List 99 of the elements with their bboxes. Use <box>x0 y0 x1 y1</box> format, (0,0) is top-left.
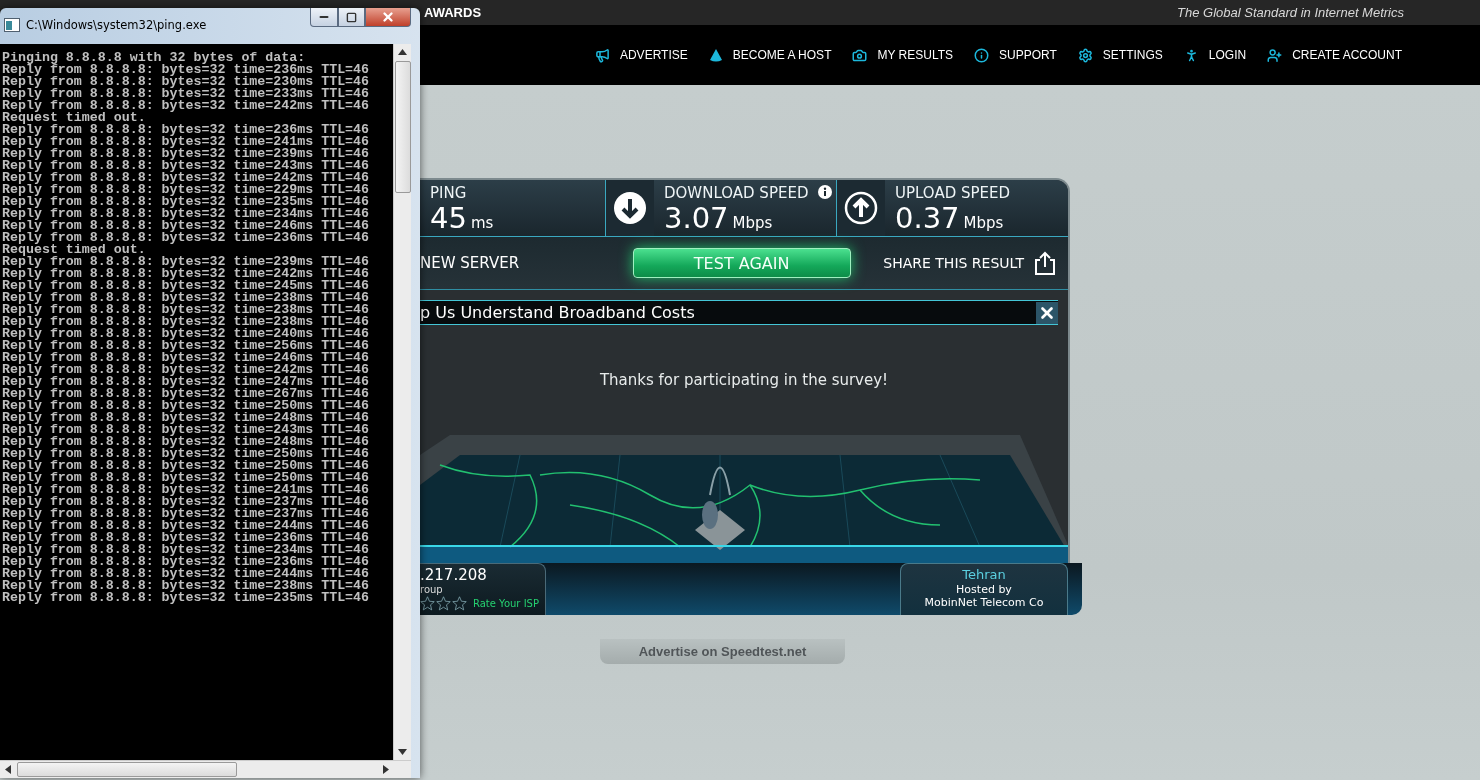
console-line: Reply from 8.8.8.8: bytes=32 time=242ms TTL=46 <box>2 364 371 376</box>
info-icon <box>974 47 990 63</box>
megaphone-icon <box>594 47 610 63</box>
rate-isp-link[interactable]: Rate Your ISP <box>473 598 539 609</box>
console-line: Reply from 8.8.8.8: bytes=32 time=238ms TTL=46 <box>2 580 371 592</box>
console-line: Reply from 8.8.8.8: bytes=32 time=237ms TTL=46 <box>2 496 371 508</box>
console-line: Request timed out. <box>2 244 146 256</box>
console-line: Reply from 8.8.8.8: bytes=32 time=236ms TTL=46 <box>2 124 371 136</box>
console-line: Reply from 8.8.8.8: bytes=32 time=242ms TTL=46 <box>2 100 371 112</box>
console-line: Reply from 8.8.8.8: bytes=32 time=244ms TTL=46 <box>2 520 371 532</box>
maximize-button[interactable] <box>338 8 365 27</box>
left-arrow-icon[interactable] <box>5 765 11 774</box>
console-line: Reply from 8.8.8.8: bytes=32 time=236ms TTL=46 <box>2 556 371 568</box>
result-value: 3.07 Mbps <box>664 202 774 237</box>
share-link[interactable]: SHARE THIS RESULT <box>883 251 1056 275</box>
upload-icon <box>844 191 878 225</box>
console-line: Reply from 8.8.8.8: bytes=32 time=245ms TTL=46 <box>2 280 371 292</box>
close-button[interactable] <box>1036 301 1058 324</box>
console-icon <box>4 18 20 32</box>
console-line: Reply from 8.8.8.8: bytes=32 time=235ms TTL=46 <box>2 592 371 604</box>
console-line: Reply from 8.8.8.8: bytes=32 time=246ms TTL=46 <box>2 220 371 232</box>
cone-icon <box>708 48 723 62</box>
minimize-button[interactable] <box>310 8 338 27</box>
console-line: Reply from 8.8.8.8: bytes=32 time=241ms TTL=46 <box>2 484 371 496</box>
console-line: Reply from 8.8.8.8: bytes=32 time=239ms TTL=46 <box>2 256 371 268</box>
down-arrow-icon[interactable] <box>398 749 407 755</box>
hosted-by-label: Hosted by <box>956 583 1012 596</box>
console-line: Reply from 8.8.8.8: bytes=32 time=244ms TTL=46 <box>2 568 371 580</box>
console-line: Reply from 8.8.8.8: bytes=32 time=250ms TTL=46 <box>2 472 371 484</box>
console-line: Reply from 8.8.8.8: bytes=32 time=238ms TTL=46 <box>2 316 371 328</box>
console-line: Reply from 8.8.8.8: bytes=32 time=233ms TTL=46 <box>2 88 371 100</box>
console-line: Reply from 8.8.8.8: bytes=32 time=238ms TTL=46 <box>2 304 371 316</box>
console-line: Reply from 8.8.8.8: bytes=32 time=267ms TTL=46 <box>2 388 371 400</box>
close-icon <box>381 10 395 24</box>
star-icon[interactable] <box>436 596 451 611</box>
survey-message: Thanks for participating in the survey! <box>599 371 889 389</box>
server-city: Tehran <box>962 566 1006 583</box>
nav-link[interactable]: ADVERTISE <box>594 47 688 63</box>
download-icon <box>613 191 647 225</box>
console-line: Reply from 8.8.8.8: bytes=32 time=248ms TTL=46 <box>2 412 371 424</box>
survey-title: p Us Understand Broadband Costs <box>420 303 695 322</box>
scroll-thumb[interactable] <box>395 61 411 193</box>
console-line: Reply from 8.8.8.8: bytes=32 time=256ms TTL=46 <box>2 340 371 352</box>
host-name: MobinNet Telecom Co <box>924 596 1044 609</box>
console-line: Reply from 8.8.8.8: bytes=32 time=240ms TTL=46 <box>2 328 371 340</box>
nav-link[interactable]: AWARDS <box>424 5 482 20</box>
isp-name: roup <box>420 584 444 596</box>
console-line: Reply from 8.8.8.8: bytes=32 time=248ms TTL=46 <box>2 436 371 448</box>
console-line: Request timed out. <box>2 112 146 124</box>
share-icon <box>1034 251 1056 275</box>
console-line: Reply from 8.8.8.8: bytes=32 time=246ms TTL=46 <box>2 352 371 364</box>
console-line: Reply from 8.8.8.8: bytes=32 time=238ms TTL=46 <box>2 292 371 304</box>
nav-link[interactable]: MY RESULTS <box>852 47 954 63</box>
window-title: C:\Windows\system32\ping.exe <box>26 18 207 32</box>
console-line: Reply from 8.8.8.8: bytes=32 time=229ms TTL=46 <box>2 184 371 196</box>
console-line: Pinging 8.8.8.8 with 32 bytes of data: <box>2 52 306 64</box>
nav-link[interactable]: CREATE ACCOUNT <box>1267 47 1402 63</box>
horizontal-scrollbar[interactable] <box>0 760 411 778</box>
person-icon <box>1267 47 1283 63</box>
advertise-tab[interactable]: Advertise on Speedtest.net <box>600 639 845 664</box>
nav-link[interactable]: BECOME A HOST <box>708 48 832 62</box>
result-value: 0.37 Mbps <box>895 202 1005 237</box>
console-line: Reply from 8.8.8.8: bytes=32 time=236ms TTL=46 <box>2 532 371 544</box>
maximize-icon <box>346 11 357 23</box>
scroll-thumb[interactable] <box>17 762 237 777</box>
console-line: Reply from 8.8.8.8: bytes=32 time=247ms TTL=46 <box>2 376 371 388</box>
settings-icon <box>1077 47 1093 63</box>
console-line: Reply from 8.8.8.8: bytes=32 time=234ms TTL=46 <box>2 544 371 556</box>
result-label: UPLOAD SPEED <box>895 184 1011 202</box>
ip-address: .217.208 <box>420 567 488 584</box>
console-line: Reply from 8.8.8.8: bytes=32 time=243ms TTL=46 <box>2 424 371 436</box>
console-line: Reply from 8.8.8.8: bytes=32 time=243ms TTL=46 <box>2 160 371 172</box>
console-line: Reply from 8.8.8.8: bytes=32 time=236ms TTL=46 <box>2 232 371 244</box>
console-line: Reply from 8.8.8.8: bytes=32 time=250ms TTL=46 <box>2 460 371 472</box>
console-line: Reply from 8.8.8.8: bytes=32 time=235ms TTL=46 <box>2 196 371 208</box>
nav-link[interactable]: SETTINGS <box>1077 47 1163 63</box>
result-label: DOWNLOAD SPEED <box>664 184 809 202</box>
console-line: Reply from 8.8.8.8: bytes=32 time=250ms TTL=46 <box>2 448 371 460</box>
info-icon[interactable] <box>818 185 832 199</box>
console-line: Reply from 8.8.8.8: bytes=32 time=241ms TTL=46 <box>2 136 371 148</box>
console-line: Reply from 8.8.8.8: bytes=32 time=239ms TTL=46 <box>2 148 371 160</box>
console-line: Reply from 8.8.8.8: bytes=32 time=242ms TTL=46 <box>2 172 371 184</box>
result-value: 45 ms <box>430 202 495 237</box>
up-arrow-icon[interactable] <box>398 49 407 55</box>
right-arrow-icon[interactable] <box>383 765 389 774</box>
console-line: Reply from 8.8.8.8: bytes=32 time=234ms TTL=46 <box>2 208 371 220</box>
console-line: Reply from 8.8.8.8: bytes=32 time=236ms TTL=46 <box>2 64 371 76</box>
nav-link[interactable]: SUPPORT <box>974 47 1057 63</box>
star-icon[interactable] <box>452 596 467 611</box>
camera-icon <box>852 47 868 63</box>
result-label: PING <box>430 184 467 202</box>
console-line: Reply from 8.8.8.8: bytes=32 time=230ms TTL=46 <box>2 76 371 88</box>
tagline: The Global Standard in Internet Metrics <box>1177 5 1404 20</box>
console-line: Reply from 8.8.8.8: bytes=32 time=237ms TTL=46 <box>2 508 371 520</box>
console-line: Reply from 8.8.8.8: bytes=32 time=250ms TTL=46 <box>2 400 371 412</box>
nav-link[interactable]: LOGIN <box>1183 47 1247 63</box>
star-icon[interactable] <box>420 596 435 611</box>
new-server-link[interactable]: NEW SERVER <box>420 254 600 272</box>
console-line: Reply from 8.8.8.8: bytes=32 time=242ms TTL=46 <box>2 268 371 280</box>
